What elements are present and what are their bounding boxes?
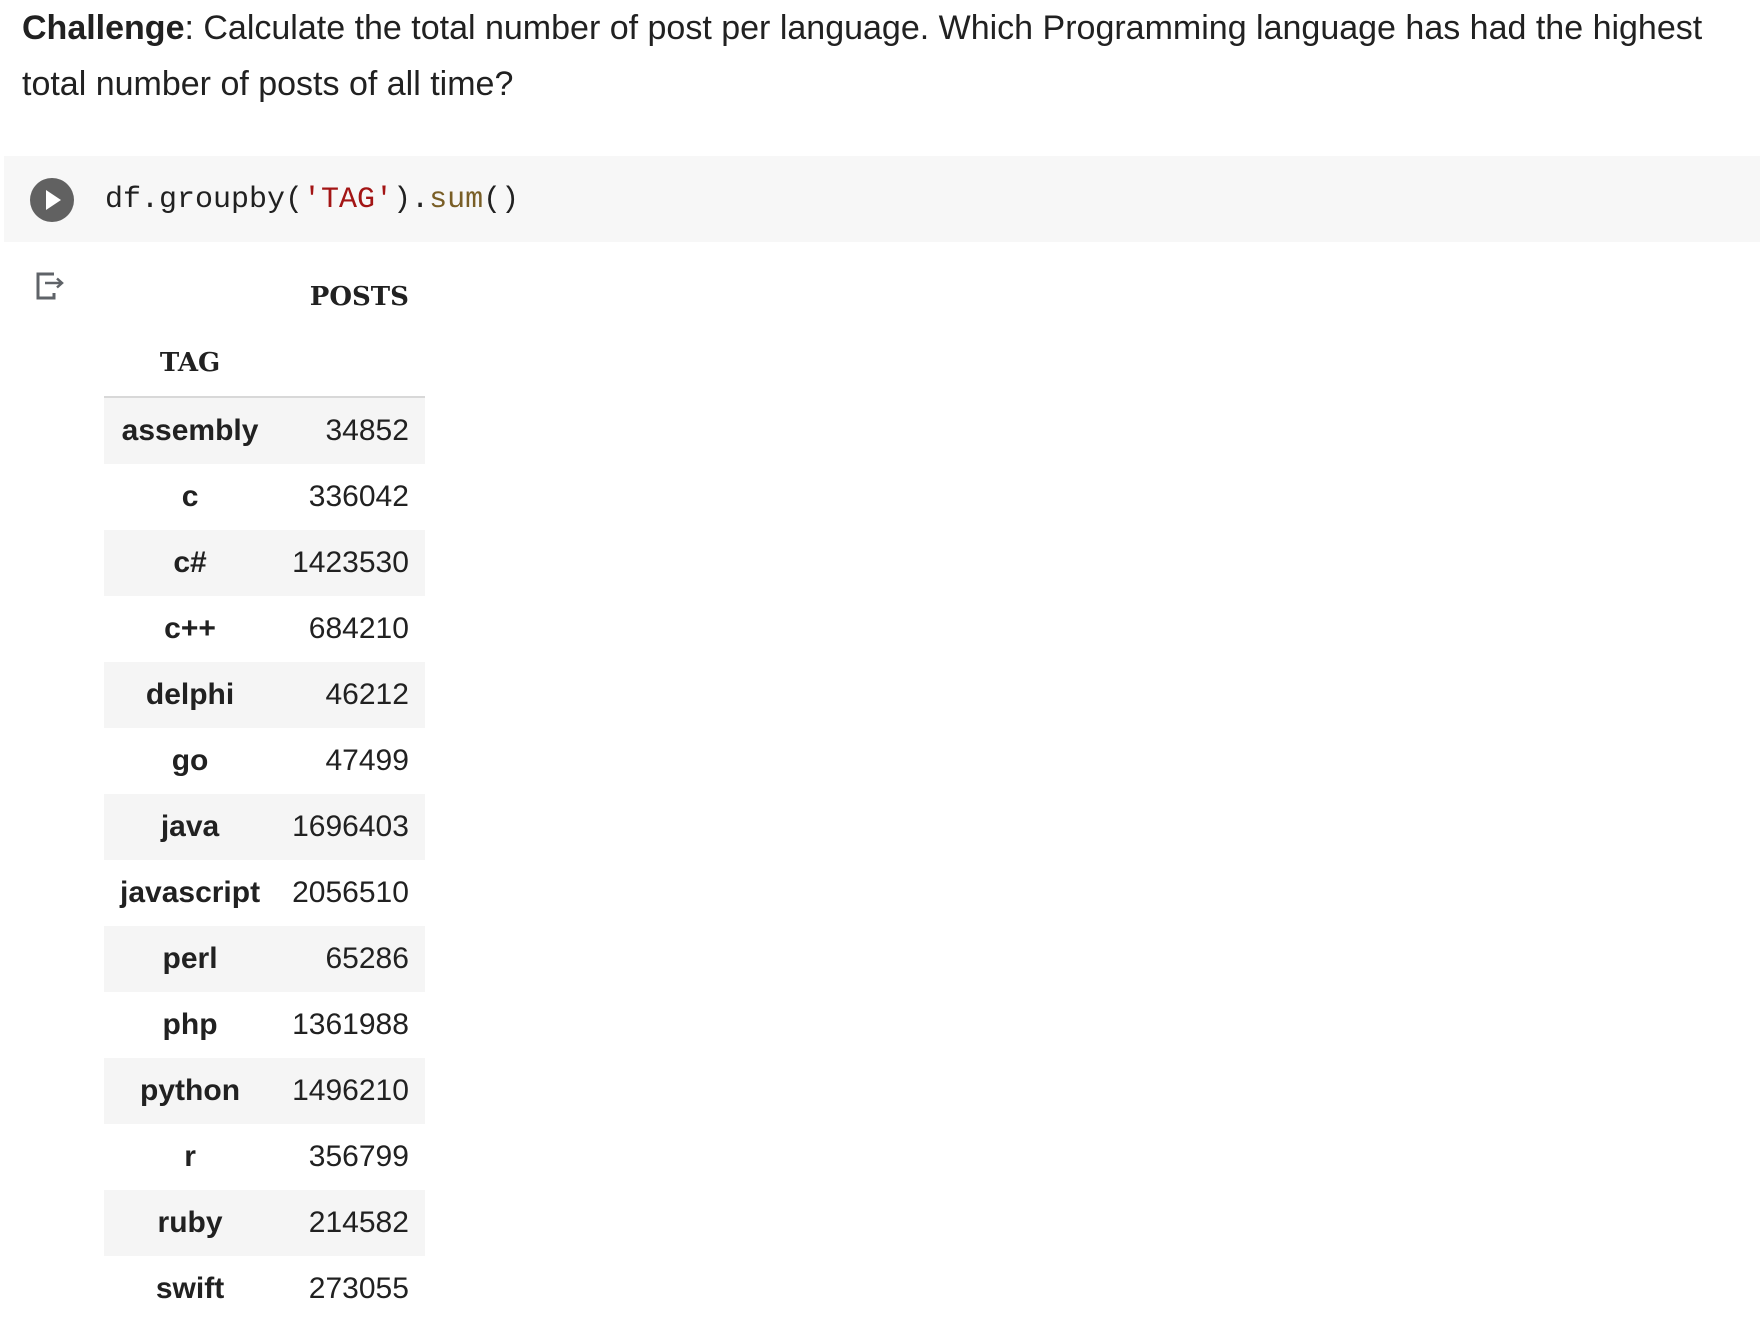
row-tag: swift (155, 1272, 225, 1305)
table-row: javascript 2056510 (104, 860, 425, 926)
row-posts: 356799 (308, 1140, 409, 1173)
output-redirect-icon[interactable] (34, 268, 68, 302)
index-header-tag: TAG (104, 330, 277, 398)
code-token-string: 'TAG' (303, 183, 394, 217)
row-tag: go (171, 744, 209, 777)
code-editor[interactable]: df.groupby('TAG').sum() (105, 178, 519, 222)
row-posts: 1696403 (292, 810, 409, 843)
table-corner-cell (104, 264, 276, 330)
row-tag: c++ (164, 612, 216, 645)
row-posts: 47499 (325, 744, 409, 777)
row-tag: assembly (121, 414, 259, 447)
table-row: java 1696403 (104, 794, 425, 860)
code-token: () (483, 183, 520, 217)
row-tag: perl (162, 942, 218, 975)
table-row: swift 273055 (104, 1256, 425, 1322)
row-posts: 1496210 (292, 1074, 409, 1107)
row-posts: 684210 (308, 612, 409, 645)
row-tag: delphi (145, 678, 235, 711)
row-posts: 34852 (325, 414, 409, 447)
row-tag: javascript (120, 876, 261, 909)
row-posts: 336042 (308, 480, 409, 513)
column-header-posts: POSTS (309, 282, 409, 312)
run-cell-button[interactable] (30, 178, 74, 222)
row-posts: 65286 (325, 942, 409, 975)
table-row: ruby 214582 (104, 1190, 425, 1256)
code-cell[interactable]: df.groupby('TAG').sum() (4, 156, 1760, 242)
row-tag: c# (173, 546, 207, 579)
row-posts: 1361988 (292, 1008, 409, 1041)
play-icon (46, 190, 61, 210)
table-row: go 47499 (104, 728, 425, 794)
table-row: r 356799 (104, 1124, 425, 1190)
table-row: c# 1423530 (104, 530, 425, 596)
row-posts: 1423530 (292, 546, 409, 579)
table-row: php 1361988 (104, 992, 425, 1058)
row-tag: ruby (157, 1206, 223, 1239)
markdown-cell: Challenge: Calculate the total number of… (22, 0, 1742, 112)
row-posts: 2056510 (292, 876, 409, 909)
row-posts: 273055 (308, 1272, 409, 1305)
row-tag: r (184, 1140, 196, 1173)
row-tag: c (181, 480, 199, 513)
table-row: c++ 684210 (104, 596, 425, 662)
row-posts: 214582 (308, 1206, 409, 1239)
code-token-function: sum (429, 183, 484, 217)
table-row: c 336042 (104, 464, 425, 530)
row-tag: java (160, 810, 220, 843)
code-token: ). (393, 183, 430, 217)
table-row: delphi 46212 (104, 662, 425, 728)
row-tag: python (140, 1074, 241, 1107)
code-token: df.groupby( (105, 183, 304, 217)
row-posts: 46212 (325, 678, 409, 711)
index-header-blank (276, 330, 425, 398)
challenge-text: : Calculate the total number of post per… (22, 9, 1703, 103)
dataframe-output-table: POSTS TAG assembly 34852 c 336042 c# 142353… (104, 264, 425, 1322)
row-tag: php (162, 1008, 218, 1041)
table-row: assembly 34852 (104, 397, 425, 464)
table-row: python 1496210 (104, 1058, 425, 1124)
table-row: perl 65286 (104, 926, 425, 992)
table-body: assembly 34852 c 336042 c# 1423530 c++ 68421… (104, 397, 425, 1322)
challenge-label: Challenge (22, 9, 185, 47)
